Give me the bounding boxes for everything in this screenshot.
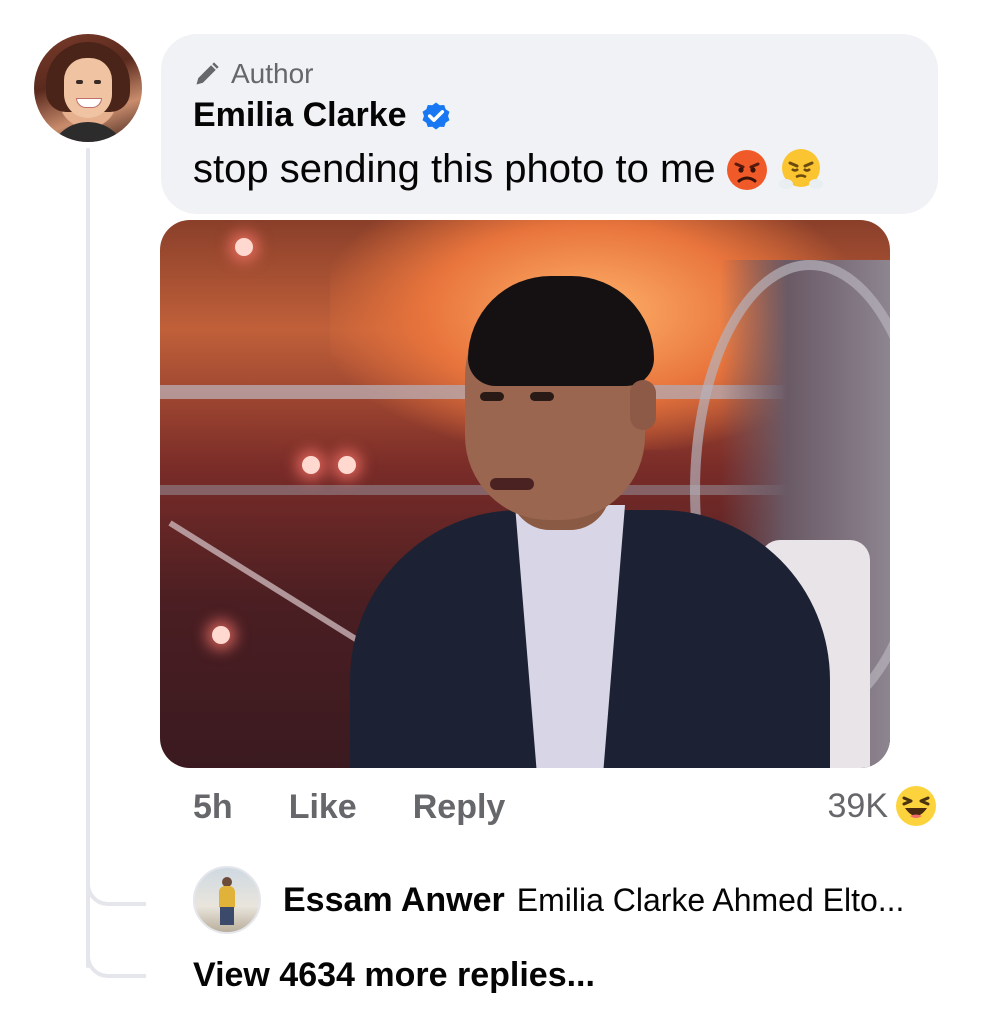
commenter-name[interactable]: Emilia Clarke: [193, 96, 407, 135]
comment-actions: 5h Like Reply: [193, 788, 561, 827]
reply-avatar[interactable]: [193, 866, 261, 934]
reply-text: Emilia Clarke Ahmed Elto...: [516, 881, 905, 918]
comment-photo[interactable]: [160, 220, 890, 768]
comment-bubble: Author Emilia Clarke stop sending this p…: [161, 34, 938, 214]
reply-button[interactable]: Reply: [413, 788, 506, 827]
like-button[interactable]: Like: [289, 788, 357, 827]
comment-thread: Author Emilia Clarke stop sending this p…: [0, 0, 988, 1024]
thread-line: [86, 148, 90, 968]
author-tag-label: Author: [231, 58, 314, 89]
reply-author-name[interactable]: Essam Anwer: [283, 881, 505, 920]
face-with-steam-icon: [778, 149, 823, 189]
comment-text-row: stop sending this photo to me: [193, 146, 824, 192]
comment-timestamp[interactable]: 5h: [193, 788, 233, 827]
comment-text: stop sending this photo to me: [193, 146, 716, 191]
thread-branch-more: [86, 946, 146, 978]
author-tag: Author: [193, 58, 314, 90]
reaction-count: 39K: [827, 786, 889, 825]
reaction-summary[interactable]: 39K: [828, 784, 939, 828]
pouting-face-icon: [726, 150, 767, 190]
laughing-emoji-icon: [896, 786, 936, 826]
commenter-avatar[interactable]: [34, 34, 142, 142]
thread-branch-reply: [86, 874, 146, 906]
reply-preview[interactable]: Essam Anwer Emilia Clarke Ahmed Elto...: [193, 866, 904, 934]
verified-badge-icon: [422, 102, 450, 129]
pencil-icon: [196, 62, 219, 85]
commenter-name-row: Emilia Clarke: [193, 96, 453, 135]
view-more-replies-link[interactable]: View 4634 more replies...: [193, 956, 595, 995]
